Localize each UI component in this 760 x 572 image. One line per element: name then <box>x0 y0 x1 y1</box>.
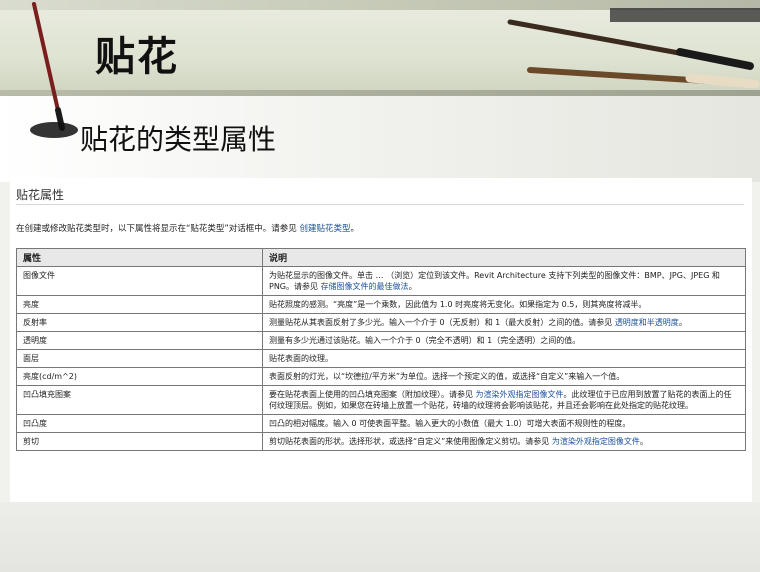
section-divider <box>16 204 744 205</box>
description-tail: 。 <box>408 282 417 291</box>
description-text: 贴花照度的感测。“亮度”是一个乘数，因此值为 1.0 时亮度将无变化。如果指定为… <box>269 300 647 309</box>
description-text: 表面反射的灯光，以“坎德拉/平方米”为单位。选择一个预定义的值，或选择“自定义”… <box>269 372 625 381</box>
page-title: 贴花 <box>95 33 179 80</box>
property-description-cell: 测量贴花从其表面反射了多少光。输入一个介于 0（无反射）和 1（最大反射）之间的… <box>262 313 746 332</box>
property-name-cell: 图像文件 <box>16 266 263 296</box>
reference-link[interactable]: 存储图像文件的最佳做法 <box>321 282 409 291</box>
table-row: 凹凸填充图案 要在贴花表面上使用的凹凸填充图案（附加纹理）。请参见 为渲染外观指定… <box>16 385 746 415</box>
description-text: 测量有多少光通过该贴花。输入一个介于 0（完全不透明）和 1（完全透明）之间的值… <box>269 336 581 345</box>
section-title: 贴花属性 <box>16 188 65 202</box>
header-description: 说明 <box>262 248 746 267</box>
description-text: 要在贴花表面上使用的凹凸填充图案（附加纹理）。请参见 <box>269 390 473 399</box>
table-row: 图像文件 为贴花显示的图像文件。单击 … （浏览）定位到该文件。Revit Arc… <box>16 266 746 296</box>
property-description-cell: 凹凸的相对幅度。输入 0 可使表面平整。输入更大的小数值（最大 1.0）可增大表… <box>262 414 746 433</box>
table-row: 剪切 剪切贴花表面的形状。选择形状，或选择“自定义”来使用图像定义剪切。请参见 为… <box>16 432 746 451</box>
brush-decoration-icon <box>507 8 760 89</box>
property-name-cell: 亮度 <box>16 295 263 314</box>
description-text: 凹凸的相对幅度。输入 0 可使表面平整。输入更大的小数值（最大 1.0）可增大表… <box>269 419 631 428</box>
reference-link[interactable]: 为渲染外观指定图像文件 <box>476 390 564 399</box>
properties-table: 属性 说明 图像文件 为贴花显示的图像文件。单击 … （浏览）定位到该文件。Rev… <box>16 248 746 451</box>
description-tail: 。 <box>678 318 687 327</box>
description-text: 测量贴花从其表面反射了多少光。输入一个介于 0（无反射）和 1（最大反射）之间的… <box>269 318 613 327</box>
description-text: 剪切贴花表面的形状。选择形状，或选择“自定义”来使用图像定义剪切。请参见 <box>269 437 550 446</box>
property-description-cell: 测量有多少光通过该贴花。输入一个介于 0（完全不透明）和 1（完全透明）之间的值… <box>262 331 746 350</box>
intro-text: 在创建或修改贴花类型时，以下属性将显示在“贴花类型”对话框中。请参见 <box>16 224 297 234</box>
header-property: 属性 <box>16 248 263 267</box>
intro-paragraph: 在创建或修改贴花类型时，以下属性将显示在“贴花类型”对话框中。请参见 创建贴花类… <box>16 222 359 234</box>
property-name-cell: 反射率 <box>16 313 263 332</box>
table-header-row: 属性 说明 <box>16 248 746 267</box>
property-name-cell: 亮度(cd/m^2) <box>16 367 263 386</box>
create-decal-type-link[interactable]: 创建贴花类型 <box>300 224 351 234</box>
property-name-cell: 凹凸填充图案 <box>16 385 263 415</box>
description-text: 贴花表面的纹理。 <box>269 354 333 363</box>
property-name-cell: 面层 <box>16 349 263 368</box>
property-description-cell: 贴花照度的感测。“亮度”是一个乘数，因此值为 1.0 时亮度将无变化。如果指定为… <box>262 295 746 314</box>
table-row: 面层 贴花表面的纹理。 <box>16 349 746 368</box>
property-description-cell: 为贴花显示的图像文件。单击 … （浏览）定位到该文件。Revit Archite… <box>262 266 746 296</box>
property-description-cell: 要在贴花表面上使用的凹凸填充图案（附加纹理）。请参见 为渲染外观指定图像文件。此… <box>262 385 746 415</box>
property-name-cell: 剪切 <box>16 432 263 451</box>
description-tail: 。 <box>639 437 648 446</box>
page-subtitle: 贴花的类型属性 <box>80 123 277 156</box>
table-row: 透明度 测量有多少光通过该贴花。输入一个介于 0（完全不透明）和 1（完全透明）之… <box>16 331 746 350</box>
reference-link[interactable]: 为渲染外观指定图像文件 <box>552 437 640 446</box>
property-name-cell: 透明度 <box>16 331 263 350</box>
table-row: 反射率 测量贴花从其表面反射了多少光。输入一个介于 0（无反射）和 1（最大反射）… <box>16 313 746 332</box>
table-row: 凹凸度 凹凸的相对幅度。输入 0 可使表面平整。输入更大的小数值（最大 1.0）可… <box>16 414 746 433</box>
footer-background <box>0 502 760 572</box>
ink-brush-icon <box>30 2 78 138</box>
property-description-cell: 表面反射的灯光，以“坎德拉/平方米”为单位。选择一个预定义的值，或选择“自定义”… <box>262 367 746 386</box>
table-row: 亮度 贴花照度的感测。“亮度”是一个乘数，因此值为 1.0 时亮度将无变化。如果指… <box>16 295 746 314</box>
property-description-cell: 剪切贴花表面的形状。选择形状，或选择“自定义”来使用图像定义剪切。请参见 为渲染… <box>262 432 746 451</box>
property-name-cell: 凹凸度 <box>16 414 263 433</box>
content-panel: 贴花属性 在创建或修改贴花类型时，以下属性将显示在“贴花类型”对话框中。请参见 … <box>10 178 752 502</box>
property-description-cell: 贴花表面的纹理。 <box>262 349 746 368</box>
reference-link[interactable]: 透明度和半透明度 <box>615 318 679 327</box>
intro-end: 。 <box>350 224 360 234</box>
table-row: 亮度(cd/m^2) 表面反射的灯光，以“坎德拉/平方米”为单位。选择一个预定义的… <box>16 367 746 386</box>
